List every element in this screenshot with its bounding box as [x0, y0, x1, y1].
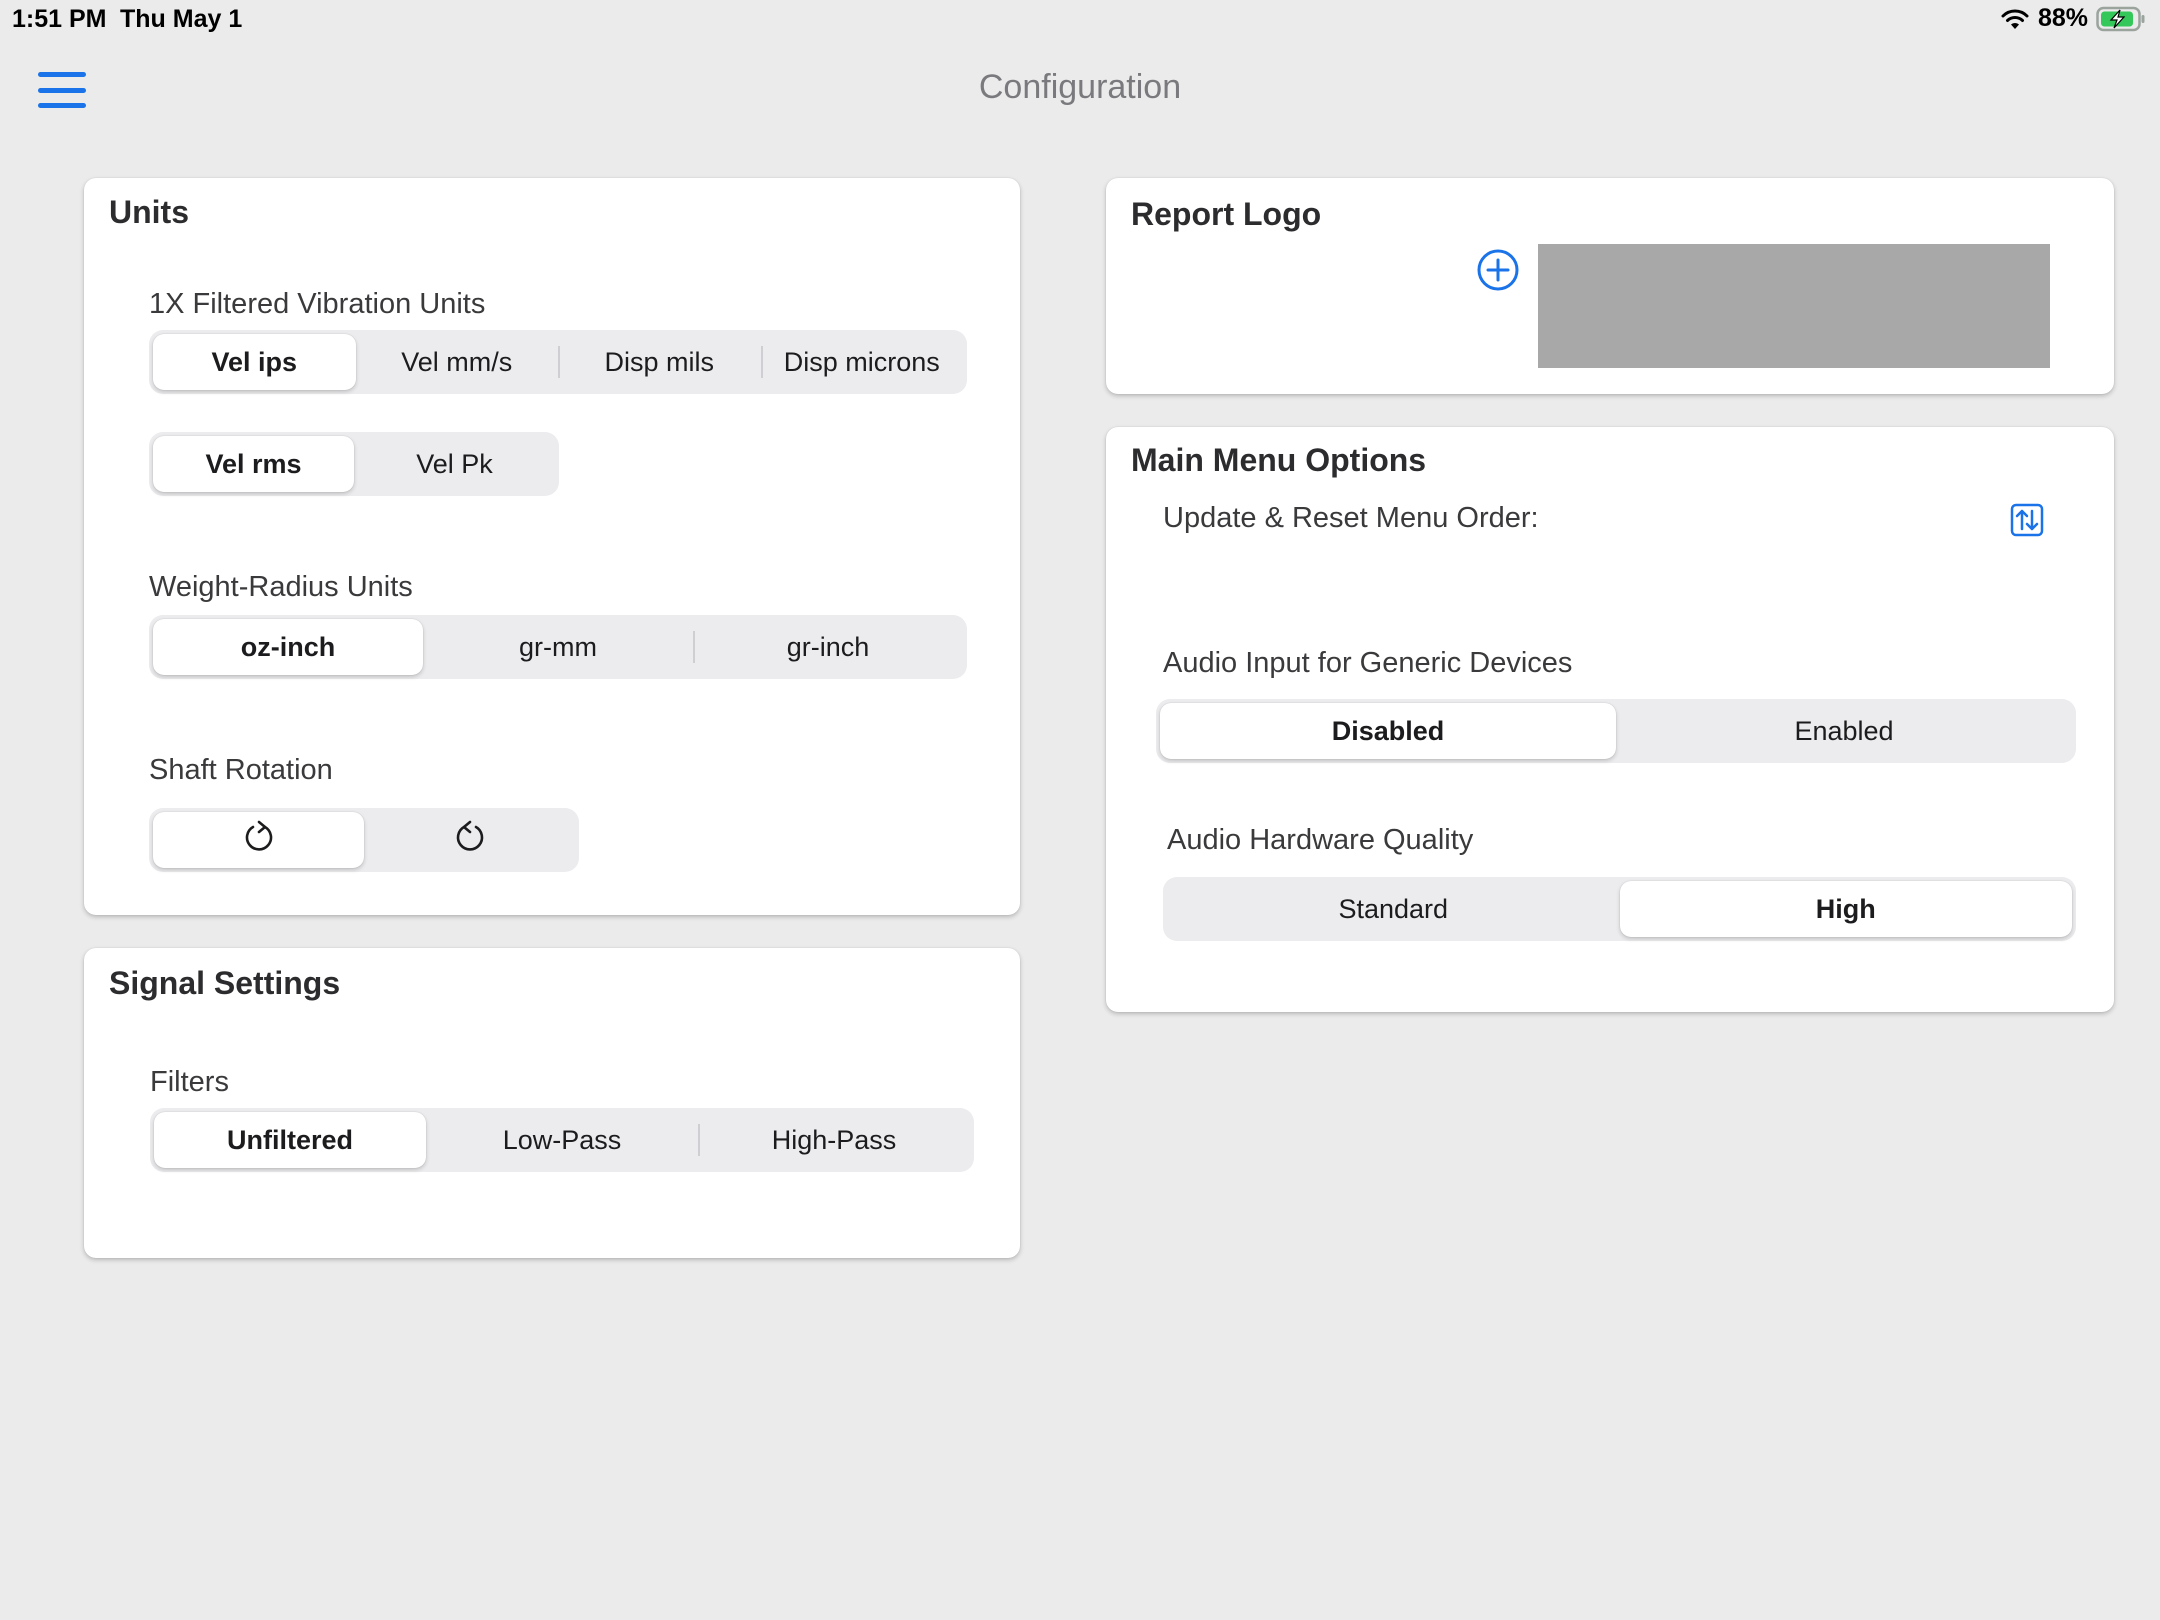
segment-vel-ips[interactable]: Vel ips [153, 334, 356, 390]
shaft-rotation-label: Shaft Rotation [149, 754, 333, 786]
segment-oz-inch[interactable]: oz-inch [153, 619, 423, 675]
segment-enabled[interactable]: Enabled [1616, 703, 2072, 759]
segment-disp-mils[interactable]: Disp mils [558, 334, 761, 390]
weight-radius-label: Weight-Radius Units [149, 571, 413, 603]
segment-disp-microns[interactable]: Disp microns [760, 334, 964, 390]
main-menu-options-card: Main Menu Options Update & Reset Menu Or… [1106, 427, 2114, 1012]
segment-standard[interactable]: Standard [1167, 881, 1620, 937]
wifi-icon [2000, 7, 2030, 31]
measurement-type-segmented: Vel rms Vel Pk [149, 432, 559, 496]
status-time: 1:51 PM [12, 5, 107, 33]
shaft-rotation-segmented [149, 808, 579, 872]
segment-gr-mm[interactable]: gr-mm [423, 619, 693, 675]
status-date: Thu May 1 [120, 5, 243, 33]
filters-segmented: Unfiltered Low-Pass High-Pass [150, 1108, 974, 1172]
reorder-menu-label: Update & Reset Menu Order: [1163, 502, 1539, 534]
audio-quality-segmented: Standard High [1163, 877, 2076, 941]
segment-high-pass[interactable]: High-Pass [698, 1112, 970, 1168]
segment-gr-inch[interactable]: gr-inch [693, 619, 963, 675]
rotate-clockwise-icon [242, 818, 276, 863]
reorder-arrows-icon[interactable] [2010, 503, 2044, 537]
segment-high[interactable]: High [1619, 881, 2072, 937]
weight-radius-segmented: oz-inch gr-mm gr-inch [149, 615, 967, 679]
signal-settings-title: Signal Settings [109, 965, 341, 1001]
segment-vel-pk[interactable]: Vel Pk [354, 436, 555, 492]
segment-disabled[interactable]: Disabled [1160, 703, 1616, 759]
segment-vel-rms[interactable]: Vel rms [153, 436, 354, 492]
units-title: Units [109, 194, 189, 230]
battery-percent: 88% [2037, 4, 2088, 32]
battery-charging-icon [2096, 6, 2146, 32]
report-logo-card: Report Logo [1106, 178, 2114, 394]
plus-circle-icon[interactable] [1476, 248, 1520, 292]
audio-input-segmented: Disabled Enabled [1156, 699, 2076, 763]
filters-label: Filters [150, 1066, 229, 1098]
vibration-units-label: 1X Filtered Vibration Units [149, 288, 486, 320]
vibration-units-segmented: Vel ips Vel mm/s Disp mils Disp microns [149, 330, 967, 394]
main-menu-options-title: Main Menu Options [1131, 442, 1427, 478]
rotate-counterclockwise-icon [453, 818, 487, 863]
segment-unfiltered[interactable]: Unfiltered [154, 1112, 426, 1168]
units-card: Units 1X Filtered Vibration Units Vel ip… [84, 178, 1020, 915]
segment-low-pass[interactable]: Low-Pass [426, 1112, 698, 1168]
segment-clockwise[interactable] [153, 812, 364, 868]
status-indicators: 88% [2000, 4, 2146, 33]
signal-settings-card: Signal Settings Filters Unfiltered Low-P… [84, 948, 1020, 1258]
segment-counterclockwise[interactable] [364, 812, 575, 868]
report-logo-title: Report Logo [1131, 196, 1322, 232]
audio-input-label: Audio Input for Generic Devices [1163, 647, 1573, 679]
audio-quality-label: Audio Hardware Quality [1167, 824, 1474, 856]
segment-vel-mm-s[interactable]: Vel mm/s [356, 334, 559, 390]
status-bar: 1:51 PM Thu May 1 88% [0, 0, 2160, 40]
page-title: Configuration [978, 68, 1182, 106]
logo-preview[interactable] [1538, 244, 2050, 368]
